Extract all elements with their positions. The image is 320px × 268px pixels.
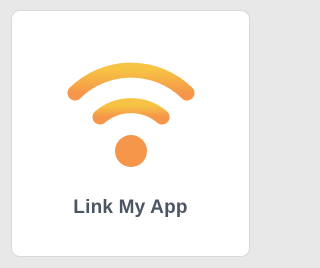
wifi-inner-arc [92, 98, 170, 125]
card-label: Link My App [73, 197, 188, 218]
wifi-dot [115, 135, 147, 167]
link-my-app-card[interactable]: Link My App [12, 11, 249, 256]
wifi-outer-arc [67, 62, 195, 101]
wifi-icon [67, 62, 195, 167]
